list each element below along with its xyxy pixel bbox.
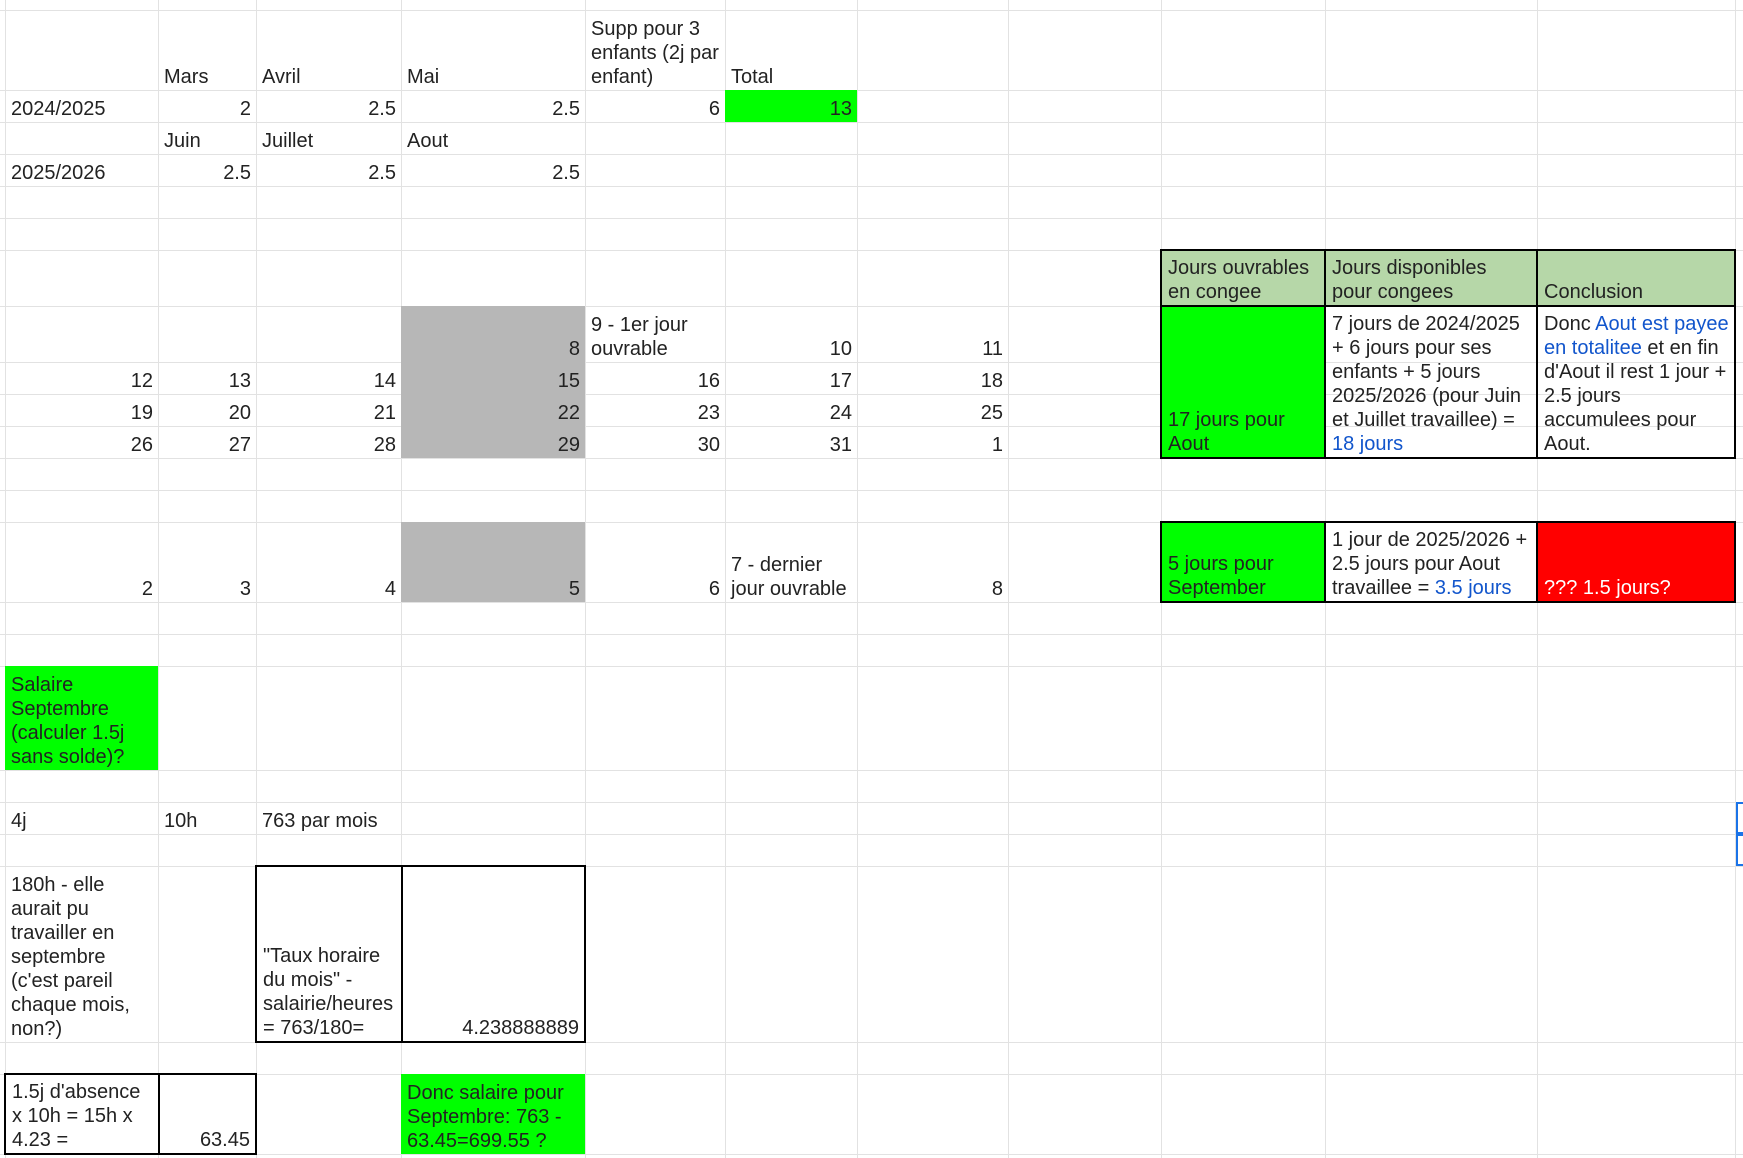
- cell-2025-juin[interactable]: 2.5: [158, 154, 256, 186]
- cell-header-aout[interactable]: Aout: [401, 122, 585, 154]
- cell-cal-16[interactable]: 16: [585, 362, 725, 394]
- cell-cal-13[interactable]: 13: [158, 362, 256, 394]
- cell-aout-conclusion[interactable]: Donc Aout est payee en totalitee et en f…: [1536, 305, 1736, 459]
- cell-header-avril[interactable]: Avril: [256, 10, 401, 90]
- cell-cal-26[interactable]: 26: [5, 426, 158, 458]
- cell-sep-7[interactable]: 7 - dernier jour ouvrable: [725, 522, 857, 602]
- aout-available-text: 7 jours de 2024/2025 + 6 jours pour ses …: [1332, 313, 1522, 455]
- cell-cal-17[interactable]: 17: [725, 362, 857, 394]
- cell-rate-label[interactable]: "Taux horaire du mois" - salairie/heures…: [255, 865, 403, 1043]
- cell-cal-23[interactable]: 23: [585, 394, 725, 426]
- cell-2024-avril[interactable]: 2.5: [256, 90, 401, 122]
- cell-year-2024[interactable]: 2024/2025: [5, 90, 158, 122]
- selection-border[interactable]: [1736, 802, 1743, 834]
- cell-sep-8[interactable]: 8: [857, 522, 1008, 602]
- cell-hours-note[interactable]: 180h - elle aurait pu travailler en sept…: [5, 866, 158, 1042]
- cell-hours-10h[interactable]: 10h: [158, 802, 256, 834]
- grid-line: [0, 834, 1743, 835]
- cell-cal-21[interactable]: 21: [256, 394, 401, 426]
- cell-header-juin[interactable]: Juin: [158, 122, 256, 154]
- cell-2024-supp[interactable]: 6: [585, 90, 725, 122]
- cell-header-mai[interactable]: Mai: [401, 10, 585, 90]
- cell-absence-value[interactable]: 63.45: [158, 1073, 257, 1155]
- cell-cal-11[interactable]: 11: [857, 306, 1008, 362]
- cell-header-supp[interactable]: Supp pour 3 enfants (2j par enfant): [585, 10, 725, 90]
- grid-line: [0, 666, 1743, 667]
- cell-days-4j[interactable]: 4j: [5, 802, 158, 834]
- grid-line: [1008, 0, 1009, 1158]
- cell-cal-9[interactable]: 9 - 1er jour ouvrable: [585, 306, 725, 362]
- cell-cal-10[interactable]: 10: [725, 306, 857, 362]
- cell-2024-mars[interactable]: 2: [158, 90, 256, 122]
- grid-line: [0, 218, 1743, 219]
- cell-cal-24[interactable]: 24: [725, 394, 857, 426]
- cell-sept-conclusion[interactable]: ??? 1.5 jours?: [1536, 521, 1736, 603]
- cell-cal-29[interactable]: 29: [401, 426, 585, 458]
- cell-sept-days[interactable]: 5 jours pour September: [1160, 521, 1326, 603]
- cell-cal-1[interactable]: 1: [857, 426, 1008, 458]
- spreadsheet-grid[interactable]: Mars Avril Mai Supp pour 3 enfants (2j p…: [0, 0, 1743, 1158]
- cell-cal-20[interactable]: 20: [158, 394, 256, 426]
- cell-salary-title[interactable]: Salaire Septembre (calculer 1.5j sans so…: [5, 666, 158, 770]
- cell-final-salary[interactable]: Donc salaire pour Septembre: 763 - 63.45…: [401, 1074, 585, 1154]
- cell-2025-aout[interactable]: 2.5: [401, 154, 585, 186]
- cell-cal-14[interactable]: 14: [256, 362, 401, 394]
- grid-line: [0, 634, 1743, 635]
- cell-cal-28[interactable]: 28: [256, 426, 401, 458]
- cell-sep-4[interactable]: 4: [256, 522, 401, 602]
- cell-cal-8[interactable]: 8: [401, 306, 585, 362]
- aout-conclusion-text: Donc Aout est payee en totalitee et en f…: [1544, 313, 1729, 455]
- cell-year-2025[interactable]: 2025/2026: [5, 154, 158, 186]
- cell-sep-2[interactable]: 2: [5, 522, 158, 602]
- cell-sep-3[interactable]: 3: [158, 522, 256, 602]
- selection-border[interactable]: [1736, 834, 1743, 866]
- cell-monthly-salary[interactable]: 763 par mois: [256, 802, 456, 834]
- sept-available-text: 1 jour de 2025/2026 + 2.5 jours pour Aou…: [1332, 529, 1528, 599]
- cell-sep-5[interactable]: 5: [401, 522, 585, 602]
- aout-available-link[interactable]: 18 jours: [1332, 433, 1403, 455]
- cell-cal-27[interactable]: 27: [158, 426, 256, 458]
- cell-cal-22[interactable]: 22: [401, 394, 585, 426]
- cell-aout-available[interactable]: 7 jours de 2024/2025 + 6 jours pour ses …: [1324, 305, 1538, 459]
- cell-header-juillet[interactable]: Juillet: [256, 122, 401, 154]
- cell-summary-h3[interactable]: Conclusion: [1536, 249, 1736, 307]
- cell-summary-h2[interactable]: Jours disponibles pour congees: [1324, 249, 1538, 307]
- cell-cal-30[interactable]: 30: [585, 426, 725, 458]
- cell-cal-31[interactable]: 31: [725, 426, 857, 458]
- cell-cal-19[interactable]: 19: [5, 394, 158, 426]
- cell-cal-25[interactable]: 25: [857, 394, 1008, 426]
- cell-aout-days[interactable]: 17 jours pour Aout: [1160, 305, 1326, 459]
- cell-2024-mai[interactable]: 2.5: [401, 90, 585, 122]
- cell-header-mars[interactable]: Mars: [158, 10, 256, 90]
- grid-line: [0, 770, 1743, 771]
- cell-2025-juillet[interactable]: 2.5: [256, 154, 401, 186]
- cell-absence-label[interactable]: 1.5j d'absence x 10h = 15h x 4.23 =: [4, 1073, 160, 1155]
- cell-2024-total[interactable]: 13: [725, 90, 857, 122]
- grid-line: [0, 186, 1743, 187]
- grid-line: [0, 490, 1743, 491]
- cell-cal-12[interactable]: 12: [5, 362, 158, 394]
- cell-sept-available[interactable]: 1 jour de 2025/2026 + 2.5 jours pour Aou…: [1324, 521, 1538, 603]
- cell-rate-value[interactable]: 4.238888889: [401, 865, 586, 1043]
- cell-cal-18[interactable]: 18: [857, 362, 1008, 394]
- grid-line: [0, 1074, 1743, 1075]
- grid-line: [0, 1154, 1743, 1155]
- cell-summary-h1[interactable]: Jours ouvrables en congee: [1160, 249, 1326, 307]
- sept-available-link[interactable]: 3.5 jours: [1435, 577, 1512, 599]
- cell-cal-15[interactable]: 15: [401, 362, 585, 394]
- cell-header-total[interactable]: Total: [725, 10, 857, 90]
- cell-sep-6[interactable]: 6: [585, 522, 725, 602]
